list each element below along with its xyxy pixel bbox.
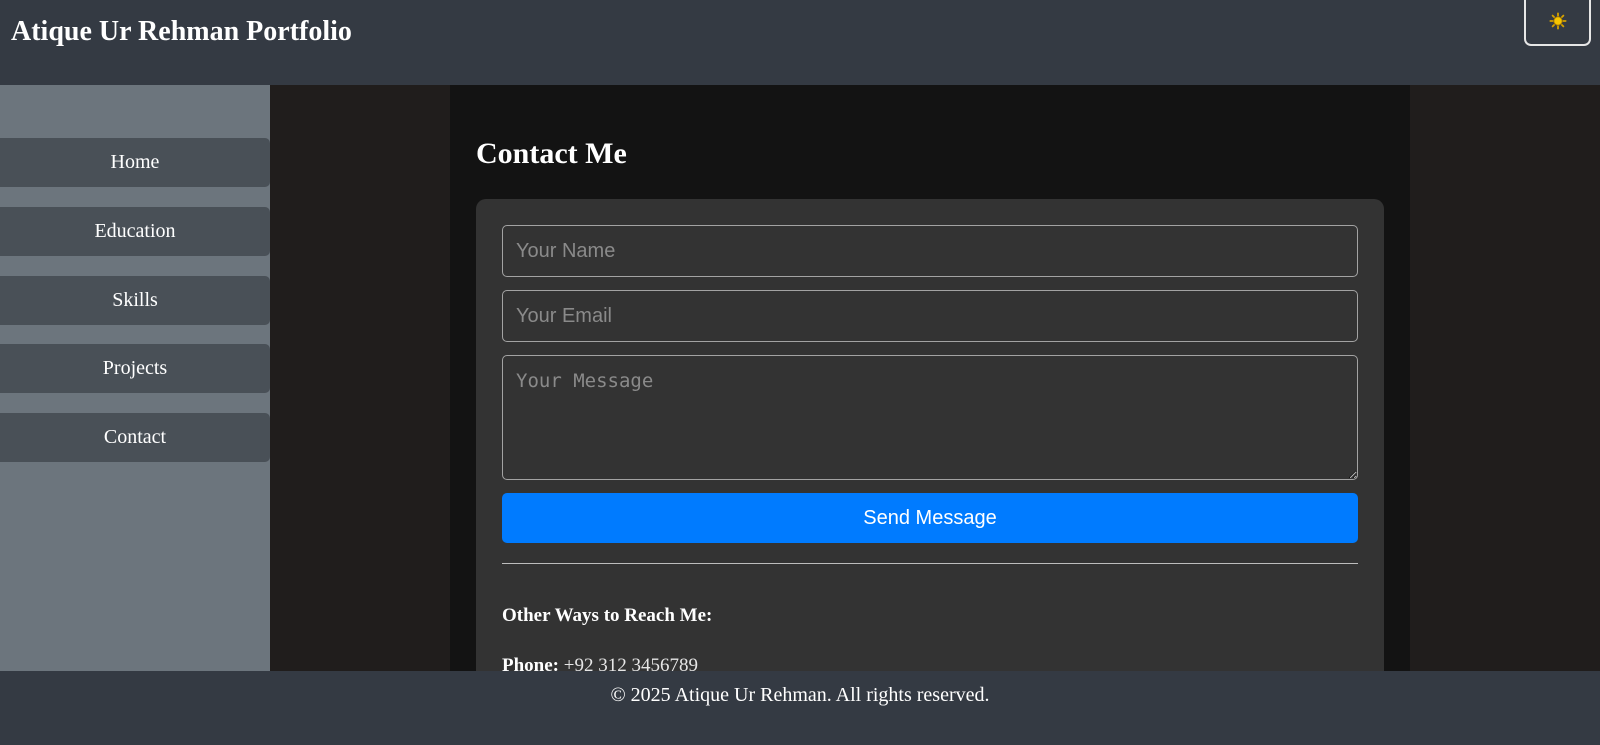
contact-section: Contact Me Send Message Other Ways to Re… — [450, 85, 1410, 719]
name-input[interactable] — [502, 225, 1358, 277]
site-footer: © 2025 Atique Ur Rehman. All rights rese… — [0, 671, 1600, 745]
page-title: Contact Me — [476, 137, 627, 170]
send-message-button[interactable]: Send Message — [502, 493, 1358, 543]
sidebar-item-education[interactable]: Education — [0, 207, 270, 256]
site-header: Atique Ur Rehman Portfolio — [0, 0, 1600, 85]
email-input[interactable] — [502, 290, 1358, 342]
sidebar-item-skills[interactable]: Skills — [0, 276, 270, 325]
divider — [502, 563, 1358, 564]
footer-copyright: © 2025 Atique Ur Rehman. All rights rese… — [610, 684, 990, 706]
other-ways-heading: Other Ways to Reach Me: — [502, 605, 713, 626]
sun-icon — [1548, 11, 1567, 33]
sidebar-item-home[interactable]: Home — [0, 138, 270, 187]
theme-toggle-button[interactable] — [1524, 0, 1591, 46]
sidebar-item-projects[interactable]: Projects — [0, 344, 270, 393]
message-textarea[interactable] — [502, 355, 1358, 480]
site-title: Atique Ur Rehman Portfolio — [11, 16, 352, 47]
sidebar-item-contact[interactable]: Contact — [0, 413, 270, 462]
sidebar: Home Education Skills Projects Contact — [0, 85, 270, 671]
contact-form-card: Send Message Other Ways to Reach Me: Pho… — [476, 199, 1384, 719]
